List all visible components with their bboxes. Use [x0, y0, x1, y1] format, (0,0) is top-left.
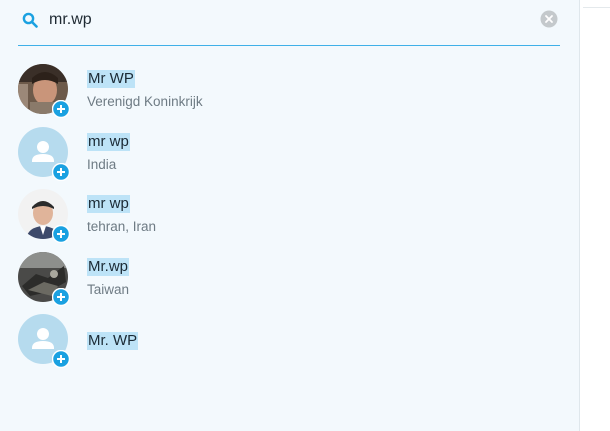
- contact-location: Verenigd Koninkrijk: [87, 94, 203, 109]
- search-results-panel: Mr WP Verenigd Koninkrijk: [0, 0, 579, 431]
- avatar[interactable]: [18, 64, 71, 119]
- contact-name: mr wp: [87, 195, 130, 213]
- contact-name: mr wp: [87, 132, 130, 151]
- search-icon[interactable]: [22, 12, 38, 28]
- list-item[interactable]: Mr. WP: [18, 310, 558, 373]
- list-item[interactable]: Mr WP Verenigd Koninkrijk: [18, 60, 558, 123]
- contact-name: Mr. WP: [87, 332, 139, 350]
- list-item[interactable]: Mr.wp Taiwan: [18, 248, 558, 311]
- contact-name: Mr WP: [87, 70, 135, 88]
- avatar[interactable]: [18, 189, 71, 244]
- contact-location: Taiwan: [87, 281, 130, 297]
- content-area: [580, 0, 610, 431]
- result-list: Mr WP Verenigd Koninkrijk mr wp India mr…: [18, 60, 558, 373]
- avatar[interactable]: [18, 126, 71, 181]
- avatar[interactable]: [18, 251, 71, 306]
- avatar[interactable]: [18, 314, 71, 369]
- clear-icon[interactable]: [540, 10, 558, 28]
- header-divider: [583, 7, 610, 8]
- search-input[interactable]: [49, 8, 529, 32]
- add-contact-icon[interactable]: [51, 224, 71, 244]
- list-item[interactable]: mr wp India: [18, 123, 558, 186]
- add-contact-icon[interactable]: [51, 287, 71, 306]
- add-contact-icon[interactable]: [51, 162, 71, 181]
- add-contact-icon[interactable]: [51, 349, 71, 369]
- add-contact-icon[interactable]: [51, 99, 71, 119]
- contact-location: India: [87, 156, 117, 172]
- list-item[interactable]: mr wp tehran, Iran: [18, 185, 558, 248]
- search-bar: [18, 0, 560, 46]
- contact-name: Mr.wp: [87, 257, 130, 276]
- contact-location: tehran, Iran: [87, 219, 157, 234]
